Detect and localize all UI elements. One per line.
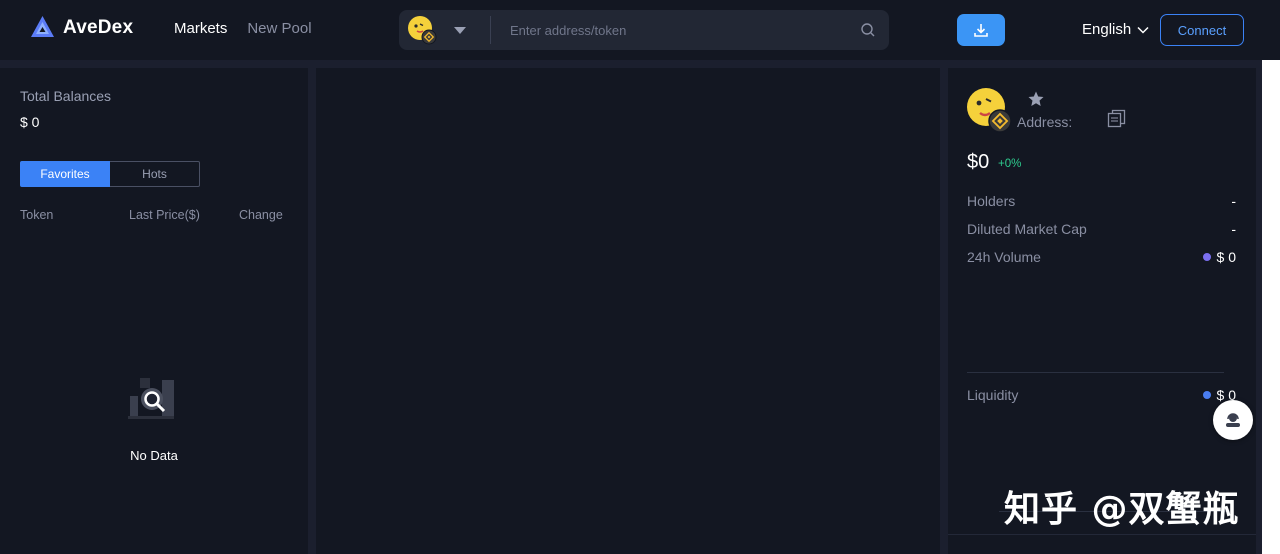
- search-bar: [399, 10, 889, 50]
- stat-value: -: [1231, 221, 1236, 237]
- stat-diluted-market-cap: Diluted Market Cap -: [967, 221, 1236, 237]
- markets-sidebar: Total Balances $ 0 Favorites Hots Token …: [0, 68, 308, 554]
- language-selector[interactable]: English: [1082, 21, 1149, 38]
- list-tabs: Favorites Hots: [20, 161, 200, 187]
- search-input[interactable]: [500, 18, 840, 42]
- chevron-down-icon: [1137, 26, 1149, 34]
- watermark: 知乎 @双蟹瓶: [1004, 489, 1240, 530]
- nav-markets[interactable]: Markets: [174, 20, 227, 37]
- brand-logo[interactable]: AveDex: [30, 15, 133, 40]
- connect-button[interactable]: Connect: [1160, 14, 1244, 46]
- total-balances-value: $ 0: [20, 114, 40, 130]
- column-token[interactable]: Token: [20, 208, 53, 222]
- stat-liquidity: Liquidity $ 0: [967, 387, 1236, 403]
- bnb-chain-icon[interactable]: [407, 15, 437, 45]
- stat-label: Holders: [967, 193, 1016, 209]
- liquidity-dot-icon: [1202, 391, 1211, 399]
- divider: [967, 372, 1224, 373]
- chain-dropdown-caret-icon[interactable]: [454, 27, 466, 34]
- stat-value-wrap: $ 0: [1202, 249, 1236, 265]
- page-scrollbar[interactable]: [1262, 60, 1280, 554]
- tab-favorites[interactable]: Favorites: [20, 161, 110, 187]
- column-change[interactable]: Change: [239, 208, 283, 222]
- stat-label: Liquidity: [967, 387, 1019, 403]
- stat-value: -: [1231, 193, 1236, 209]
- main-nav: Markets New Pool: [174, 20, 312, 37]
- token-avatar-icon: [967, 88, 1012, 133]
- chart-area[interactable]: [316, 68, 940, 554]
- divider: [948, 534, 1256, 535]
- nav-new-pool[interactable]: New Pool: [247, 20, 311, 37]
- search-divider: [490, 16, 491, 44]
- no-data-icon: [128, 378, 174, 419]
- empty-state-text: No Data: [130, 448, 178, 463]
- support-chat-button[interactable]: [1213, 400, 1253, 440]
- stat-24h-volume: 24h Volume $ 0: [967, 249, 1236, 265]
- stat-value: $ 0: [1216, 249, 1236, 265]
- price-change: +0%: [998, 158, 1022, 170]
- stat-holders: Holders -: [967, 193, 1236, 209]
- download-icon: [974, 24, 988, 37]
- volume-dot-icon: [1202, 253, 1211, 261]
- avedex-logo-icon: [31, 16, 54, 37]
- support-agent-icon: [1226, 413, 1240, 427]
- tab-hots[interactable]: Hots: [110, 161, 200, 187]
- copy-icon[interactable]: [1107, 109, 1126, 128]
- top-bar: AveDex Markets New Pool English: [0, 0, 1280, 60]
- address-label: Address:: [1017, 114, 1073, 130]
- favorite-star-icon[interactable]: [1027, 90, 1045, 108]
- stat-label: Diluted Market Cap: [967, 221, 1087, 237]
- column-last-price[interactable]: Last Price($): [129, 208, 200, 222]
- total-balances-label: Total Balances: [20, 88, 112, 104]
- search-icon[interactable]: [860, 22, 876, 38]
- language-label: English: [1082, 21, 1132, 38]
- download-button[interactable]: [957, 14, 1005, 46]
- stat-label: 24h Volume: [967, 249, 1041, 265]
- token-price: $0: [967, 151, 990, 173]
- brand-name: AveDex: [63, 16, 134, 38]
